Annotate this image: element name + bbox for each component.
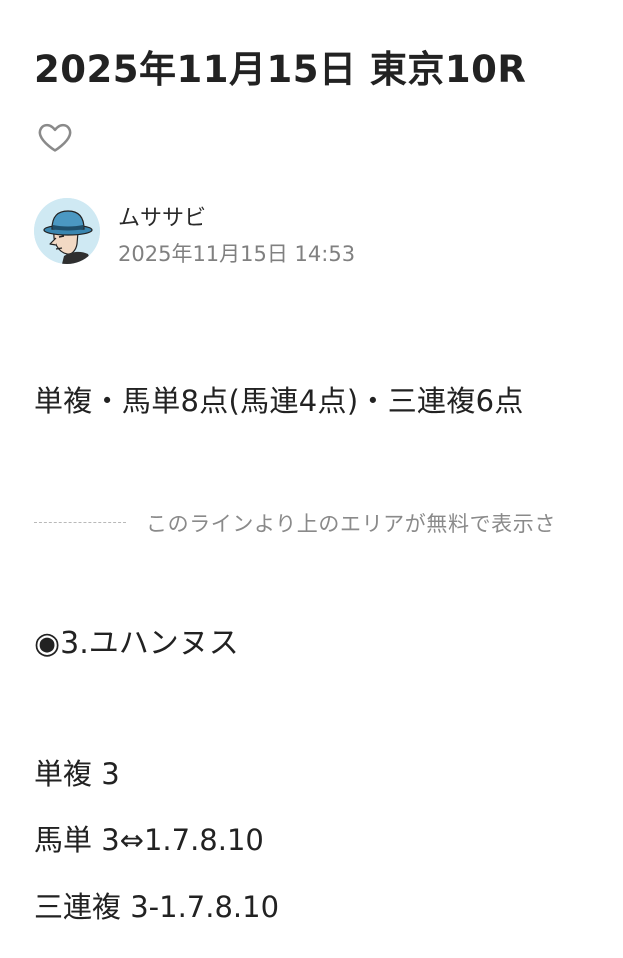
heart-outline-icon <box>38 123 72 152</box>
bet-summary: 単複・馬単8点(馬連4点)・三連複6点 <box>34 384 524 418</box>
like-button[interactable] <box>36 118 74 156</box>
dashed-divider-line <box>34 522 126 523</box>
post-date: 2025年11月15日 14:53 <box>118 242 356 266</box>
author-name[interactable]: ムササビ <box>118 200 206 232</box>
bet-line: 三連複 3-1.7.8.10 <box>34 890 280 924</box>
author-avatar[interactable] <box>34 198 100 264</box>
man-in-fedora-avatar-icon <box>34 198 100 264</box>
bet-line: 馬単 3⇔1.7.8.10 <box>34 823 264 857</box>
main-pick: ◉3.ユハンヌス <box>34 626 239 661</box>
paywall-notice: このラインより上のエリアが無料で表示さ <box>146 512 556 536</box>
article-title: 2025年11月15日 東京10R <box>34 48 527 91</box>
bet-line: 単複 3 <box>34 757 120 791</box>
paywall-divider: このラインより上のエリアが無料で表示さ <box>34 505 623 541</box>
